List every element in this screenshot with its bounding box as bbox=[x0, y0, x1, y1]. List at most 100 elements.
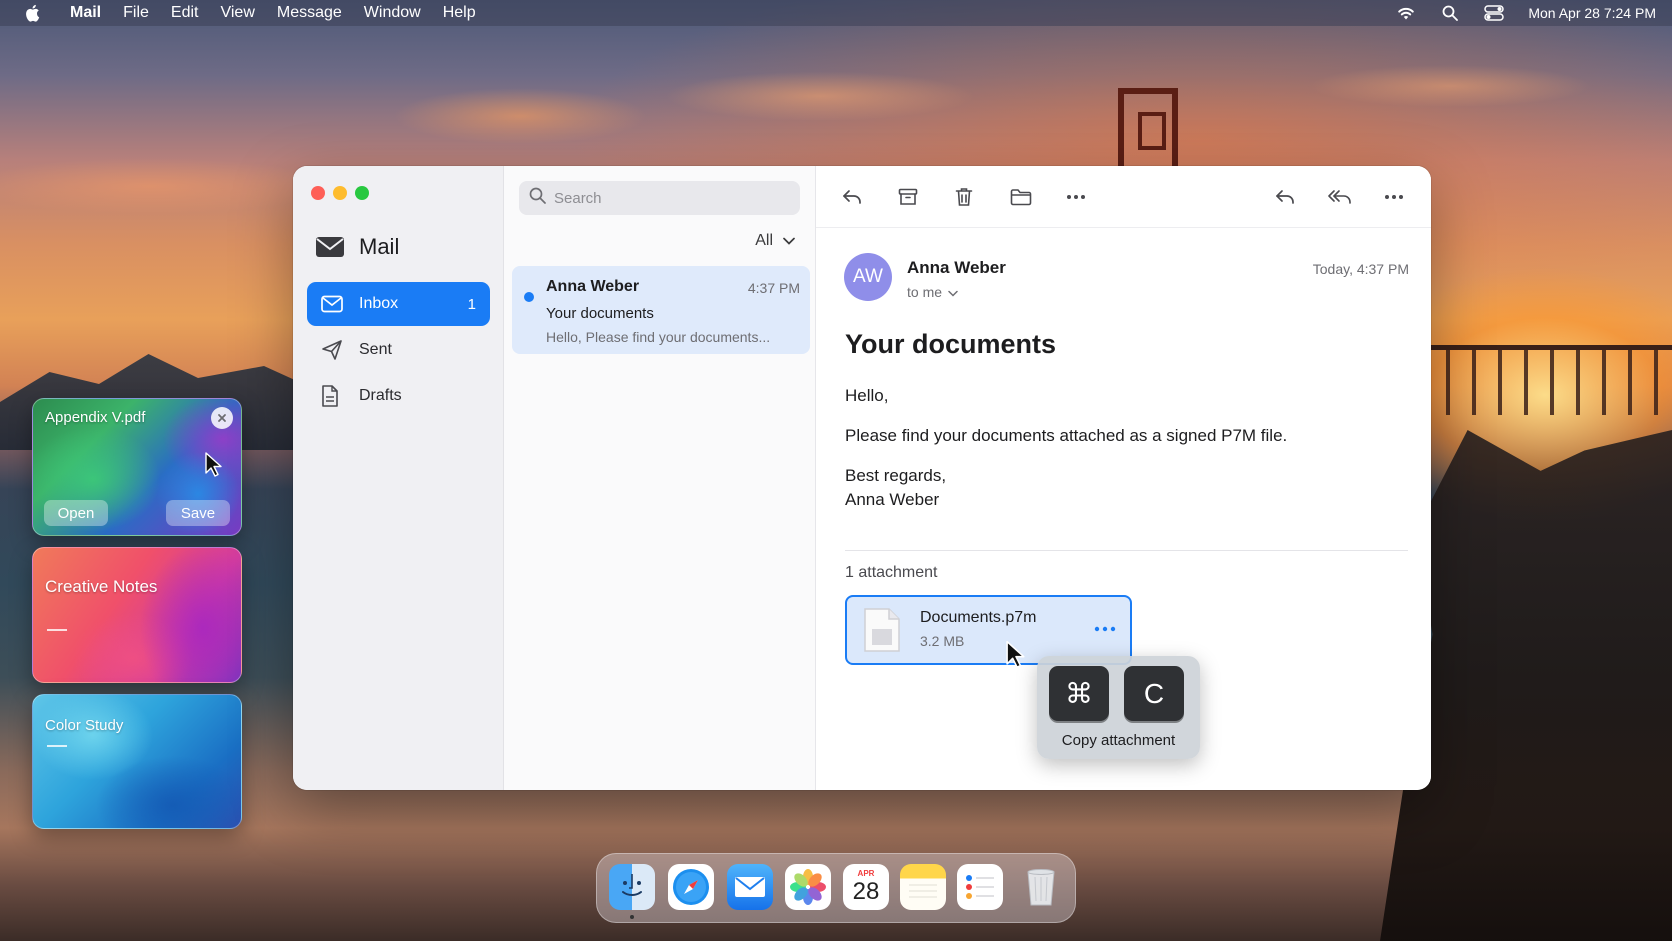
filter-label: All bbox=[755, 232, 773, 249]
reply-all-icon[interactable] bbox=[1328, 185, 1352, 209]
attachment-card[interactable]: Documents.p7m 3.2 MB bbox=[845, 595, 1132, 665]
file-icon bbox=[863, 607, 901, 653]
calendar-day: 28 bbox=[852, 878, 880, 905]
safari-icon[interactable] bbox=[668, 864, 714, 910]
search-bar[interactable] bbox=[519, 181, 800, 215]
sidebar-title: Mail bbox=[359, 234, 400, 259]
shortcut-label: Copy attachment bbox=[1061, 732, 1176, 749]
mouse-cursor-icon bbox=[205, 452, 227, 482]
attachment-size: 3.2 MB bbox=[920, 633, 965, 649]
menu-window[interactable]: Window bbox=[364, 4, 421, 22]
folder-icon[interactable] bbox=[1009, 185, 1033, 209]
calendar-icon[interactable]: APR 28 bbox=[843, 864, 889, 910]
wallpaper-bridge bbox=[1420, 345, 1672, 415]
body-greeting: Hello, bbox=[845, 386, 889, 405]
message-subject-heading: Your documents bbox=[845, 329, 1057, 359]
more-icon[interactable] bbox=[1094, 619, 1116, 635]
menu-edit[interactable]: Edit bbox=[171, 4, 199, 22]
message-preview: Hello, Please find your documents... bbox=[546, 329, 771, 345]
widget-color-study[interactable]: Color Study bbox=[32, 694, 242, 829]
sidebar: Mail Inbox 1 Sent Drafts bbox=[293, 166, 504, 790]
widget-title: Appendix V.pdf bbox=[45, 409, 146, 426]
keyboard-shortcut-overlay: ⌘ C Copy attachment bbox=[1037, 656, 1200, 759]
trash-icon[interactable] bbox=[952, 185, 976, 209]
menu-help[interactable]: Help bbox=[443, 4, 476, 22]
search-input[interactable] bbox=[554, 189, 784, 207]
trash-icon[interactable] bbox=[1018, 864, 1064, 910]
command-key: ⌘ bbox=[1049, 666, 1109, 721]
close-window-button[interactable] bbox=[311, 186, 325, 200]
dock: APR 28 bbox=[596, 853, 1076, 923]
close-icon[interactable] bbox=[211, 407, 233, 429]
c-key: C bbox=[1124, 666, 1184, 721]
menu-clock[interactable]: Mon Apr 28 7:24 PM bbox=[1528, 5, 1656, 21]
body-signoff: Best regards, bbox=[845, 466, 947, 485]
reader-toolbar bbox=[816, 166, 1431, 228]
filter-dropdown[interactable]: All bbox=[755, 232, 795, 250]
more-icon[interactable] bbox=[1382, 185, 1406, 209]
sidebar-item-sent[interactable]: Sent bbox=[307, 328, 490, 372]
wifi-icon[interactable] bbox=[1396, 4, 1416, 22]
menu-file[interactable]: File bbox=[123, 4, 149, 22]
recipient-label: to me bbox=[907, 284, 943, 300]
mail-icon[interactable] bbox=[727, 864, 773, 910]
unread-count-badge: 1 bbox=[467, 295, 476, 313]
menu-app-name[interactable]: Mail bbox=[70, 4, 101, 22]
control-center-icon[interactable] bbox=[1484, 4, 1505, 22]
running-indicator bbox=[630, 915, 634, 919]
attachment-name: Documents.p7m bbox=[920, 609, 1037, 626]
sidebar-item-label: Sent bbox=[359, 341, 392, 358]
notes-icon[interactable] bbox=[900, 864, 946, 910]
chevron-down-icon bbox=[948, 284, 958, 300]
attachment-count: 1 attachment bbox=[845, 564, 938, 581]
reply-icon[interactable] bbox=[1273, 185, 1297, 209]
message-date: Today, 4:37 PM bbox=[1312, 261, 1409, 277]
sidebar-brand: Mail bbox=[315, 234, 399, 260]
message-sender: Anna Weber bbox=[546, 278, 640, 295]
widget-creative-notes[interactable]: Creative Notes bbox=[32, 547, 242, 683]
inbox-icon bbox=[321, 294, 343, 314]
sender-avatar: AW bbox=[844, 253, 892, 301]
apple-icon[interactable] bbox=[24, 4, 42, 22]
finder-icon[interactable] bbox=[609, 864, 655, 910]
zoom-window-button[interactable] bbox=[355, 186, 369, 200]
document-icon bbox=[321, 385, 343, 407]
chevron-down-icon bbox=[783, 232, 795, 250]
open-button[interactable]: Open bbox=[44, 500, 108, 526]
back-icon[interactable] bbox=[840, 185, 864, 209]
widget-divider bbox=[47, 745, 67, 747]
mail-window: Mail Inbox 1 Sent Drafts Search All Anna… bbox=[293, 166, 1431, 790]
save-button[interactable]: Save bbox=[166, 500, 230, 526]
sidebar-item-drafts[interactable]: Drafts bbox=[307, 374, 490, 418]
recipient-toggle[interactable]: to me bbox=[907, 284, 958, 300]
more-icon[interactable] bbox=[1064, 185, 1088, 209]
unread-dot bbox=[524, 292, 534, 302]
mouse-cursor-icon bbox=[1006, 640, 1028, 670]
divider bbox=[845, 550, 1408, 551]
photos-icon[interactable] bbox=[785, 864, 831, 910]
widget-divider bbox=[47, 629, 67, 631]
message-time: 4:37 PM bbox=[747, 280, 800, 296]
mail-icon bbox=[315, 235, 345, 259]
widget-title: Creative Notes bbox=[45, 577, 158, 596]
sidebar-item-label: Inbox bbox=[359, 295, 399, 312]
window-controls bbox=[311, 186, 369, 200]
sender-name: Anna Weber bbox=[907, 258, 1006, 277]
message-subject: Your documents bbox=[546, 305, 654, 322]
wallpaper-bridge-tower bbox=[1118, 88, 1178, 168]
paper-plane-icon bbox=[321, 340, 343, 360]
widget-title: Color Study bbox=[45, 717, 124, 734]
menu-view[interactable]: View bbox=[220, 4, 254, 22]
message-list-item[interactable]: Anna Weber 4:37 PM Your documents Hello,… bbox=[512, 266, 810, 354]
message-list: All Anna Weber 4:37 PM Your documents He… bbox=[504, 166, 816, 790]
menu-message[interactable]: Message bbox=[277, 4, 342, 22]
sidebar-item-label: Drafts bbox=[359, 387, 402, 404]
body-line: Please find your documents attached as a… bbox=[845, 426, 1288, 445]
reminders-icon[interactable] bbox=[957, 864, 1003, 910]
archive-icon[interactable] bbox=[896, 185, 920, 209]
sidebar-item-inbox[interactable]: Inbox 1 bbox=[307, 282, 490, 326]
mailbox-list: Inbox 1 Sent Drafts bbox=[307, 282, 490, 420]
minimize-window-button[interactable] bbox=[333, 186, 347, 200]
spotlight-search-icon[interactable] bbox=[1440, 4, 1460, 22]
search-icon bbox=[529, 187, 546, 209]
